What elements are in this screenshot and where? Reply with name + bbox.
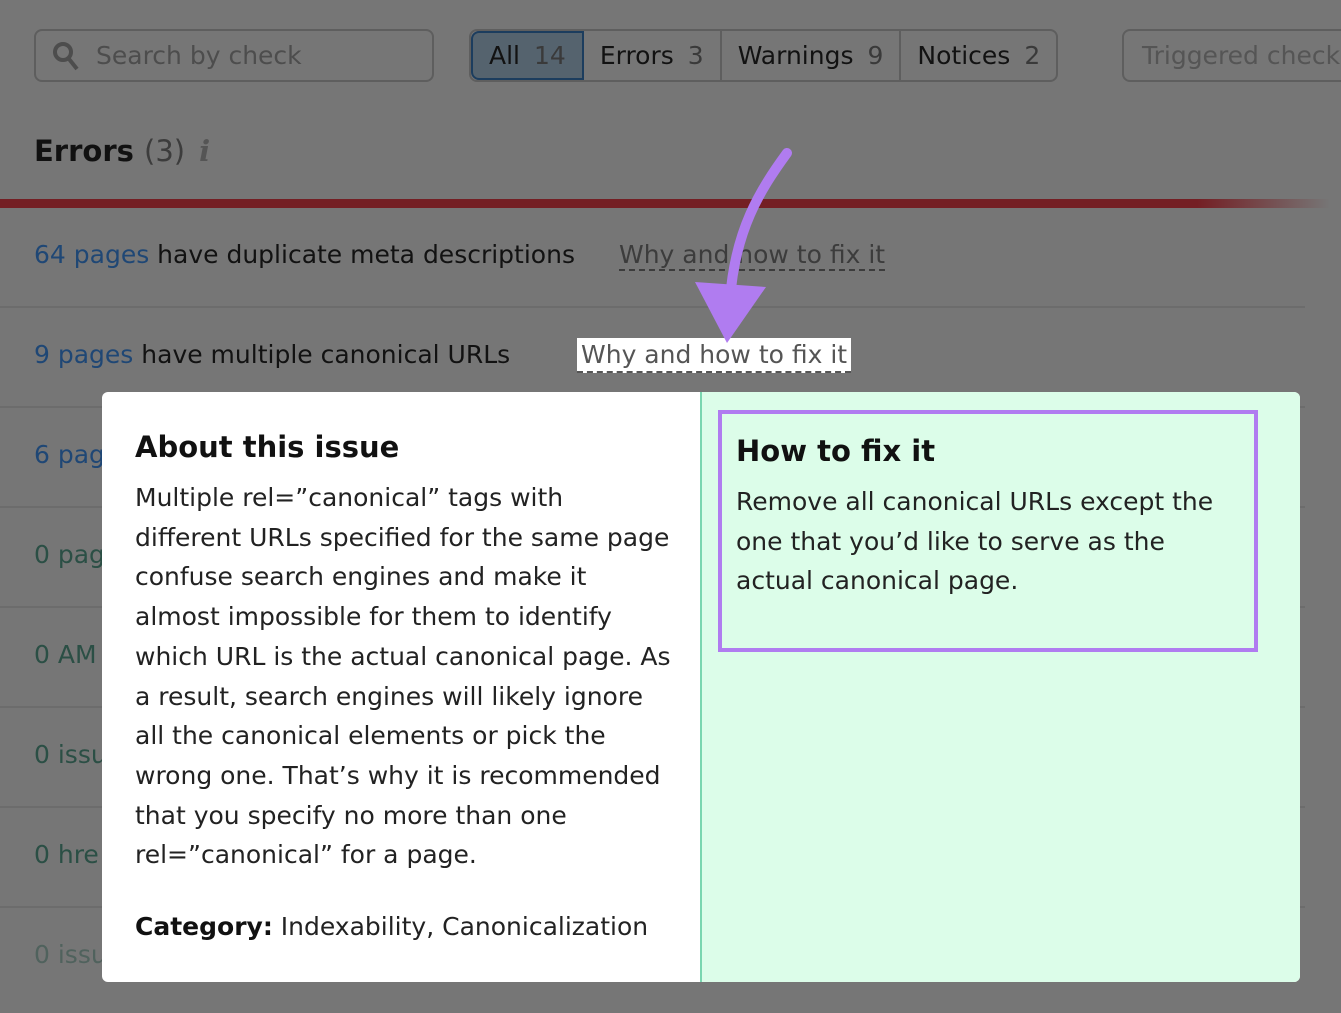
error-bar: [0, 199, 1330, 208]
issue-row: 9 pages have multiple canonical URLs: [34, 340, 510, 369]
issue-text: have multiple canonical URLs: [133, 340, 511, 369]
issue-row: 0 issu: [34, 940, 107, 969]
issue-text: have duplicate meta descriptions: [149, 240, 575, 269]
tab-count: 9: [867, 41, 884, 70]
about-title: About this issue: [135, 430, 400, 464]
tab-count: 2: [1024, 41, 1041, 70]
issue-count: 0 hre: [34, 840, 99, 869]
issue-count: 0 AM: [34, 640, 97, 669]
triggered-checks-button[interactable]: Triggered checks: [1122, 29, 1341, 82]
category-label: Category:: [135, 912, 273, 941]
tab-label: All: [489, 41, 520, 70]
issue-row: 0 hre: [34, 840, 99, 869]
about-panel: About this issue Multiple rel=”canonical…: [102, 392, 702, 982]
search-input[interactable]: Search by check: [34, 29, 434, 82]
tab-label: Errors: [599, 41, 674, 70]
issue-popover: About this issue Multiple rel=”canonical…: [102, 392, 1300, 982]
fix-panel: How to fix it Remove all canonical URLs …: [702, 392, 1300, 982]
fix-title: How to fix it: [736, 434, 936, 468]
filter-tabs: All 14 Errors 3 Warnings 9 Notices 2: [469, 29, 1059, 82]
pages-link[interactable]: 9 pages: [34, 340, 133, 369]
tab-all[interactable]: All 14: [471, 31, 584, 80]
issue-row: 0 pag: [34, 540, 105, 569]
tab-warnings[interactable]: Warnings 9: [722, 31, 902, 80]
pages-link[interactable]: 64 pages: [34, 240, 149, 269]
issue-count: 0 issu: [34, 940, 107, 969]
section-title: Errors (3) i: [34, 134, 210, 168]
issue-row: 64 pages have duplicate meta description…: [34, 240, 886, 271]
search-icon: [53, 41, 79, 70]
issue-row: 0 AM: [34, 640, 97, 669]
section-count: (3): [144, 134, 186, 168]
tab-label: Notices: [917, 41, 1011, 70]
tab-count: 3: [687, 41, 704, 70]
why-fix-link[interactable]: Why and how to fix it: [618, 240, 886, 271]
fix-text: Remove all canonical URLs except the one…: [736, 487, 1214, 596]
category: Category: Indexability, Canonicalization: [135, 912, 648, 941]
pages-link[interactable]: 6 pag: [34, 440, 105, 469]
tab-errors[interactable]: Errors 3: [584, 31, 722, 80]
info-icon[interactable]: i: [199, 134, 210, 168]
tab-notices[interactable]: Notices 2: [901, 31, 1056, 80]
category-value: Indexability, Canonicalization: [272, 912, 649, 941]
tab-count: 14: [534, 41, 566, 70]
why-fix-link-active[interactable]: Why and how to fix it: [577, 338, 852, 373]
fix-highlight-box: How to fix it Remove all canonical URLs …: [718, 410, 1258, 652]
search-placeholder: Search by check: [96, 41, 302, 70]
about-text: Multiple rel=”canonical” tags with diffe…: [135, 483, 671, 870]
issue-count: 0 issu: [34, 740, 107, 769]
issue-row: 6 pag: [34, 440, 105, 469]
divider: [0, 306, 1305, 308]
issue-row: 0 issu: [34, 740, 107, 769]
issue-count: 0 pag: [34, 540, 105, 569]
section-title-text: Errors: [34, 134, 134, 168]
tab-label: Warnings: [737, 41, 854, 70]
